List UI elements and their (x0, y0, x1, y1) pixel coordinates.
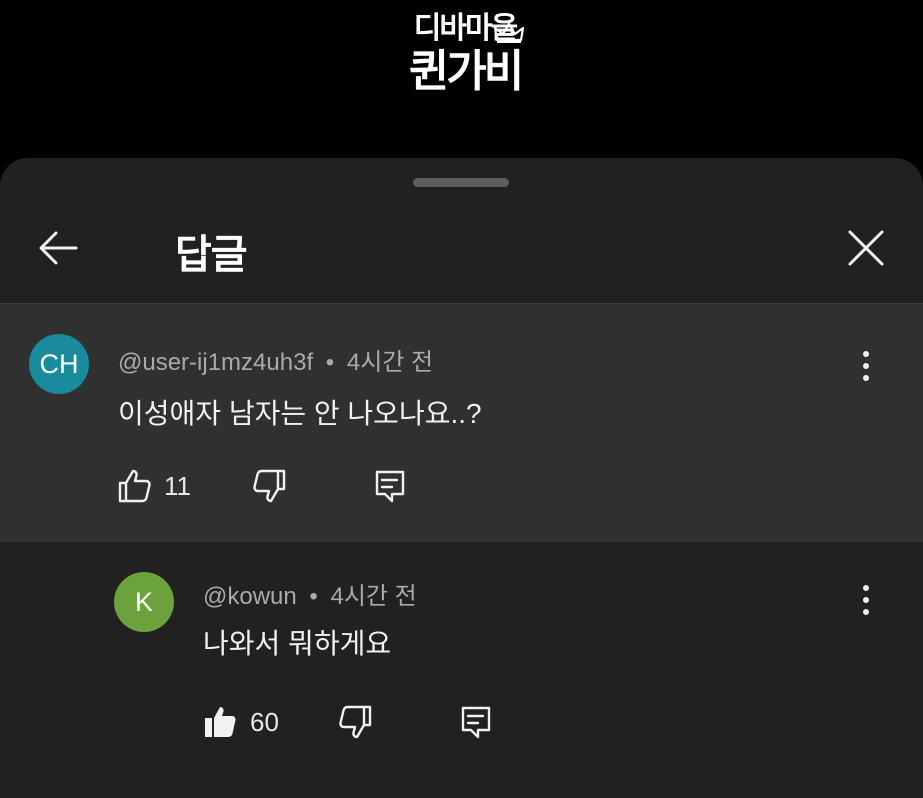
reply-icon (375, 470, 405, 503)
comment-time: 4시간 전 (346, 349, 434, 376)
back-button[interactable] (32, 220, 88, 276)
comment-time: 4시간 전 (330, 583, 417, 610)
like-button[interactable]: 11 (114, 464, 191, 508)
meta-separator: • (309, 583, 318, 610)
dislike-button[interactable] (336, 700, 376, 744)
like-count: 11 (164, 470, 191, 501)
more-options-button[interactable] (846, 580, 886, 620)
comment-text: 나와서 뭐하게요 (203, 628, 392, 659)
more-options-button[interactable] (846, 346, 886, 386)
close-icon (848, 230, 884, 266)
page-title: 답글 (175, 232, 248, 278)
reply-item: K @kowun • 4시간 전 나와서 뭐하게요 (0, 542, 923, 798)
sheet-header: 답글 (0, 198, 923, 302)
more-vert-icon (863, 351, 869, 381)
reply-button[interactable] (370, 464, 410, 508)
drag-handle[interactable] (413, 178, 509, 187)
comment-author[interactable]: @kowun (203, 583, 297, 610)
like-button[interactable]: 60 (200, 700, 279, 744)
comment-author[interactable]: @user-ij1mz4uh3f (118, 349, 313, 376)
back-arrow-icon (39, 231, 78, 265)
more-vert-icon (863, 585, 869, 615)
close-button[interactable] (838, 220, 894, 276)
comment-meta: @kowun • 4시간 전 (203, 576, 417, 611)
comment-meta: @user-ij1mz4uh3f • 4시간 전 (118, 342, 433, 377)
meta-separator: • (325, 349, 335, 376)
dislike-button[interactable] (250, 464, 290, 508)
thumbs-down-icon (339, 705, 372, 739)
avatar[interactable]: CH (29, 334, 89, 394)
thumbs-up-icon (118, 469, 151, 503)
thumbs-up-filled-icon (205, 707, 236, 737)
crown-icon (494, 22, 524, 43)
comment-text: 이성애자 남자는 안 나오나요..? (118, 398, 482, 429)
reply-icon (461, 706, 491, 739)
like-count: 60 (250, 706, 279, 737)
avatar[interactable]: K (114, 572, 174, 632)
reply-actions: 60 (200, 700, 520, 746)
channel-logo: 디바마을 퀸가비 (0, 0, 923, 158)
reply-button[interactable] (456, 700, 496, 744)
thumbs-down-icon (253, 469, 286, 503)
logo-line2: 퀸가비 (408, 46, 524, 97)
comment-actions: 11 (114, 464, 434, 510)
